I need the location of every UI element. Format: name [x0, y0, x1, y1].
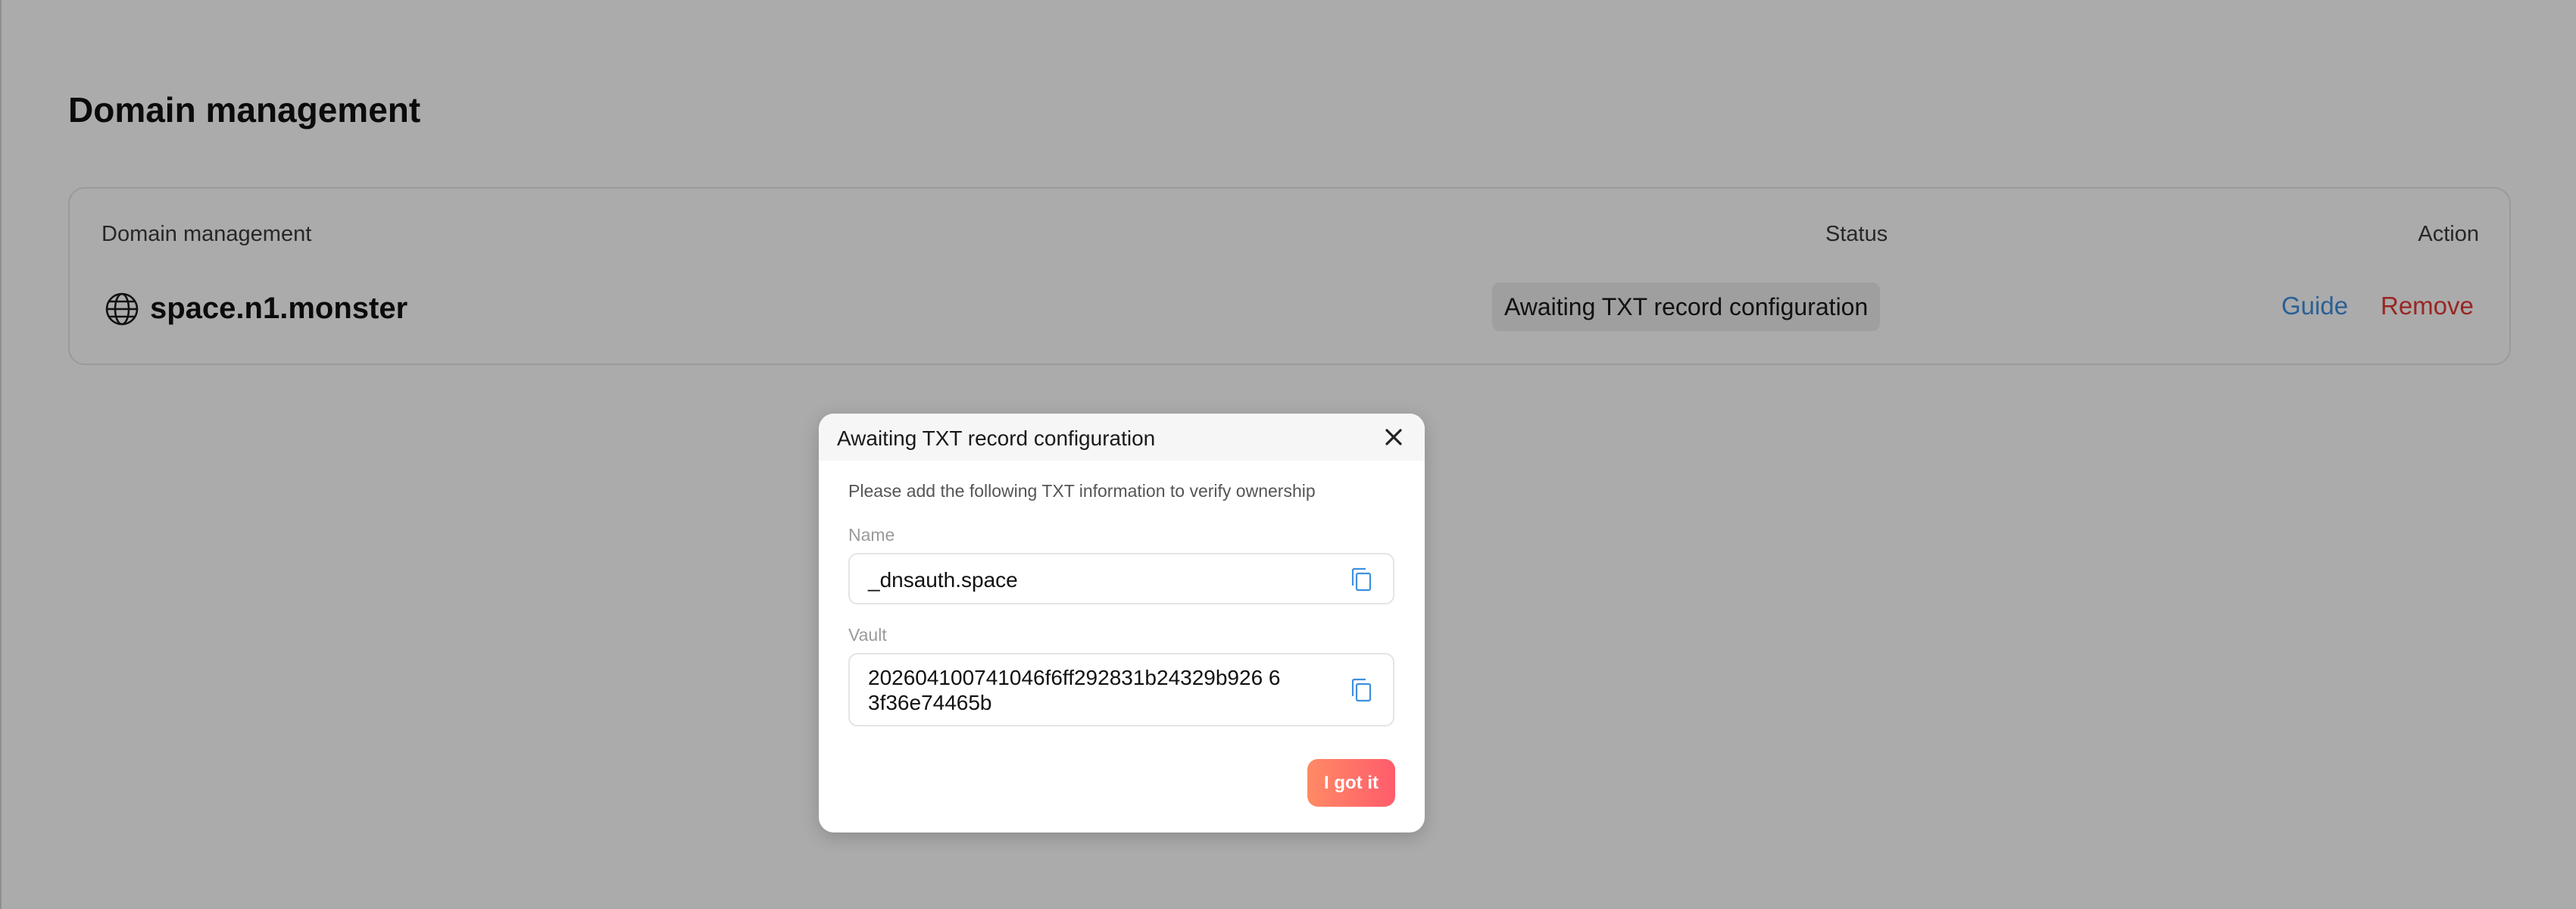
txt-record-dialog: Awaiting TXT record configuration Please… [819, 414, 1425, 832]
copy-icon[interactable] [1349, 677, 1373, 703]
dialog-description: Please add the following TXT information… [848, 481, 1316, 501]
name-label: Name [848, 525, 895, 545]
close-icon[interactable] [1381, 424, 1407, 450]
vault-field: 202604100741046f6ff292831b24329b926 63f3… [848, 653, 1394, 726]
confirm-button[interactable]: I got it [1307, 759, 1395, 807]
dialog-title: Awaiting TXT record configuration [837, 426, 1156, 450]
copy-icon[interactable] [1349, 567, 1373, 592]
dialog-header: Awaiting TXT record configuration [819, 414, 1425, 461]
name-field: _dnsauth.space [848, 553, 1394, 604]
vault-label: Vault [848, 625, 887, 645]
vault-value: 202604100741046f6ff292831b24329b926 63f3… [868, 666, 1281, 714]
name-value: _dnsauth.space [868, 568, 1018, 592]
